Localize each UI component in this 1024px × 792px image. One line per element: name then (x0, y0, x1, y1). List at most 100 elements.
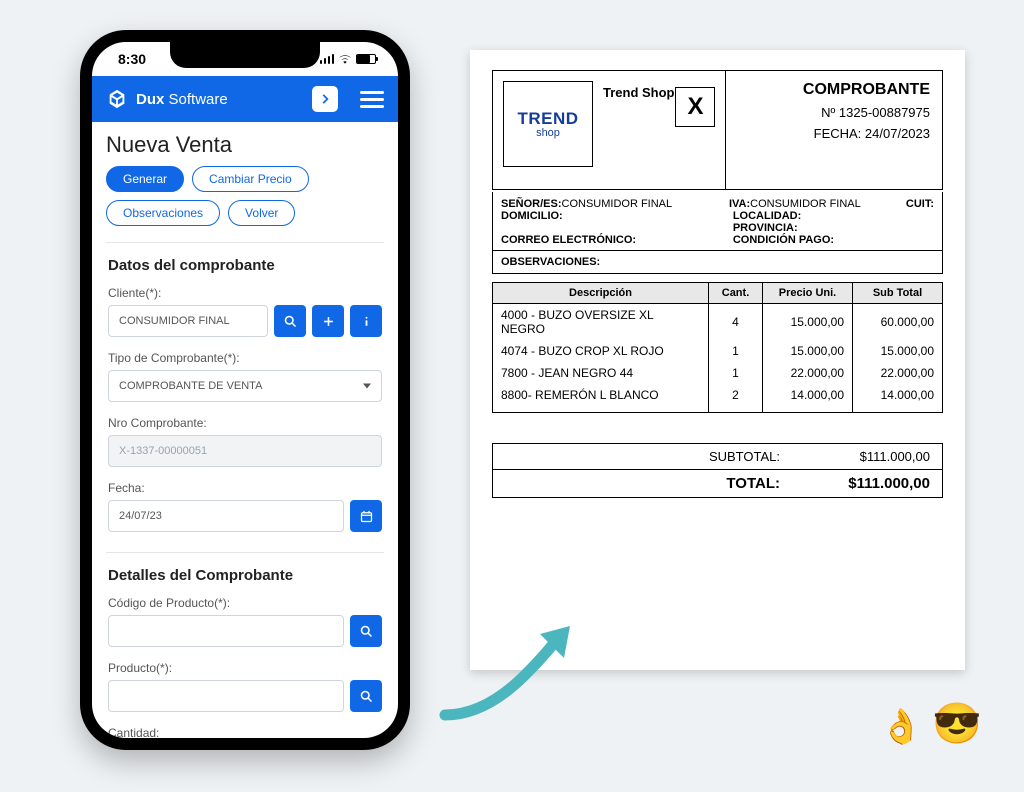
detalles-comprobante-card: Detalles del Comprobante Código de Produ… (106, 552, 384, 738)
cell-sub: 14.000,00 (853, 384, 943, 413)
nro-input: X-1337-00000051 (108, 435, 382, 467)
cell-desc: 4074 - BUZO CROP XL ROJO (493, 340, 709, 362)
totals-box: SUBTOTAL:$111.000,00 TOTAL:$111.000,00 (492, 443, 943, 498)
codigo-label: Código de Producto(*): (108, 596, 382, 610)
brand-text: Dux Software (136, 91, 228, 108)
cell-desc: 4000 - BUZO OVERSIZE XL NEGRO (493, 304, 709, 341)
doc-header: TREND shop Trend Shop X COMPROBANTE Nº 1… (492, 70, 943, 190)
col-precio: Precio Uni. (763, 283, 853, 304)
shop-logo: TREND shop (503, 81, 593, 167)
cliente-info-button[interactable] (350, 305, 382, 337)
doc-header-right: COMPROBANTE Nº 1325-00887975 FECHA: 24/0… (726, 71, 942, 189)
tipo-field: Tipo de Comprobante(*): COMPROBANTE DE V… (108, 351, 382, 402)
col-cantidad: Cant. (709, 283, 763, 304)
section-title: Datos del comprobante (108, 257, 382, 274)
signal-icon (320, 54, 335, 64)
doc-title: COMPROBANTE (738, 81, 930, 99)
phone-screen: 8:30 Dux Software Nueva Venta (92, 42, 398, 738)
search-icon (359, 624, 374, 639)
cell-precio: 14.000,00 (763, 384, 853, 413)
cell-sub: 22.000,00 (853, 362, 943, 384)
col-descripcion: Descripción (493, 283, 709, 304)
section-title: Detalles del Comprobante (108, 567, 382, 584)
fecha-field: Fecha: 24/07/23 (108, 481, 382, 532)
cell-cant: 4 (709, 304, 763, 341)
menu-icon[interactable] (360, 91, 384, 108)
brand-logo-icon (106, 88, 128, 110)
content: Nueva Venta Generar Cambiar Precio Obser… (92, 122, 398, 738)
producto-search-button[interactable] (350, 680, 382, 712)
phone-frame: 8:30 Dux Software Nueva Venta (80, 30, 410, 750)
nro-label: Nro Comprobante: (108, 416, 382, 430)
table-row: 8800- REMERÓN L BLANCO214.000,0014.000,0… (493, 384, 943, 413)
battery-icon (356, 54, 376, 64)
doc-header-left: TREND shop Trend Shop X (493, 71, 726, 189)
plus-icon (321, 314, 336, 329)
subtotal-line: SUBTOTAL:$111.000,00 (493, 444, 942, 469)
calendar-icon (359, 509, 374, 524)
observaciones-button[interactable]: Observaciones (106, 200, 220, 226)
receipt-document: TREND shop Trend Shop X COMPROBANTE Nº 1… (470, 50, 965, 670)
cell-precio: 22.000,00 (763, 362, 853, 384)
sunglasses-emoji: 😎 (932, 700, 982, 747)
fecha-label: Fecha: (108, 481, 382, 495)
nro-field: Nro Comprobante: X-1337-00000051 (108, 416, 382, 467)
generar-button[interactable]: Generar (106, 166, 184, 192)
cell-sub: 15.000,00 (853, 340, 943, 362)
total-line: TOTAL:$111.000,00 (493, 469, 942, 497)
table-row: 7800 - JEAN NEGRO 44122.000,0022.000,00 (493, 362, 943, 384)
ok-hand-emoji: 👌 (880, 707, 922, 747)
datos-comprobante-card: Datos del comprobante Cliente(*): CONSUM… (106, 242, 384, 552)
page-title: Nueva Venta (106, 132, 384, 158)
fecha-calendar-button[interactable] (350, 500, 382, 532)
cell-desc: 8800- REMERÓN L BLANCO (493, 384, 709, 413)
cliente-search-button[interactable] (274, 305, 306, 337)
shop-name: Trend Shop (603, 85, 675, 100)
col-subtotal: Sub Total (853, 283, 943, 304)
items-table: Descripción Cant. Precio Uni. Sub Total … (492, 282, 943, 413)
table-row: 4000 - BUZO OVERSIZE XL NEGRO415.000,006… (493, 304, 943, 341)
cantidad-field: Cantidad: 0,00 (108, 726, 382, 738)
cell-precio: 15.000,00 (763, 304, 853, 341)
producto-label: Producto(*): (108, 661, 382, 675)
cliente-label: Cliente(*): (108, 286, 382, 300)
codigo-input[interactable] (108, 615, 344, 647)
emoji-group: 👌 😎 (880, 700, 982, 747)
doc-observaciones: OBSERVACIONES: (492, 251, 943, 274)
phone-notch (170, 42, 320, 68)
status-right (320, 52, 377, 66)
info-icon (359, 314, 374, 329)
doc-customer-info: SEÑOR/ES: CONSUMIDOR FINAL IVA: CONSUMID… (492, 192, 943, 251)
cantidad-label: Cantidad: (108, 726, 382, 738)
producto-field: Producto(*): (108, 661, 382, 712)
doc-date: FECHA: 24/07/2023 (738, 126, 930, 141)
tipo-label: Tipo de Comprobante(*): (108, 351, 382, 365)
header-nav-button[interactable] (312, 86, 338, 112)
app-header: Dux Software (92, 76, 398, 122)
doc-number: Nº 1325-00887975 (738, 105, 930, 120)
cell-sub: 60.000,00 (853, 304, 943, 341)
cell-cant: 1 (709, 340, 763, 362)
tipo-select[interactable]: COMPROBANTE DE VENTA (108, 370, 382, 402)
cliente-field: Cliente(*): CONSUMIDOR FINAL (108, 286, 382, 337)
cell-desc: 7800 - JEAN NEGRO 44 (493, 362, 709, 384)
codigo-search-button[interactable] (350, 615, 382, 647)
fecha-input[interactable]: 24/07/23 (108, 500, 344, 532)
cliente-input[interactable]: CONSUMIDOR FINAL (108, 305, 268, 337)
status-time: 8:30 (118, 51, 146, 67)
table-row: 4074 - BUZO CROP XL ROJO115.000,0015.000… (493, 340, 943, 362)
volver-button[interactable]: Volver (228, 200, 295, 226)
doc-type-letter: X (675, 87, 715, 127)
search-icon (283, 314, 298, 329)
cell-cant: 2 (709, 384, 763, 413)
cell-cant: 1 (709, 362, 763, 384)
codigo-field: Código de Producto(*): (108, 596, 382, 647)
cliente-add-button[interactable] (312, 305, 344, 337)
action-buttons: Generar Cambiar Precio Observaciones Vol… (106, 166, 384, 226)
cambiar-precio-button[interactable]: Cambiar Precio (192, 166, 309, 192)
search-icon (359, 689, 374, 704)
wifi-icon (338, 52, 352, 66)
arrow-icon (430, 620, 580, 735)
producto-input[interactable] (108, 680, 344, 712)
cell-precio: 15.000,00 (763, 340, 853, 362)
